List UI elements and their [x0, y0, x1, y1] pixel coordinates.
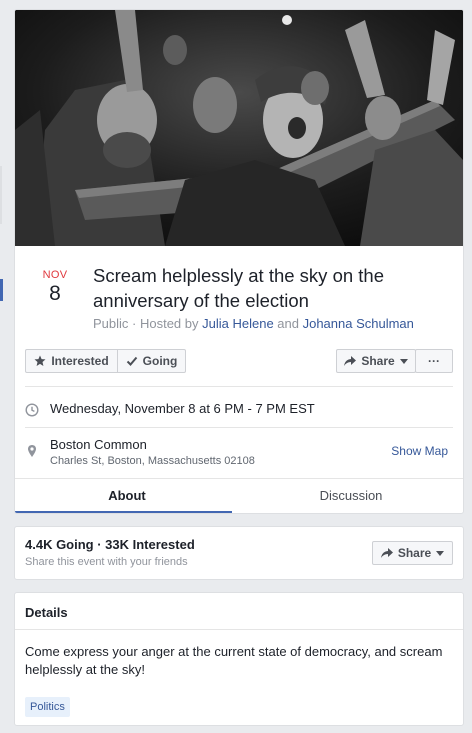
going-label: Going	[142, 354, 178, 368]
event-date-month: NOV	[42, 269, 68, 281]
tab-about[interactable]: About	[15, 479, 239, 513]
caret-down-icon	[436, 550, 445, 556]
share-arrow-icon	[344, 355, 357, 367]
caret-down-icon	[399, 358, 408, 364]
clock-icon	[25, 403, 39, 417]
show-map-link[interactable]: Show Map	[391, 444, 448, 458]
host-link-johanna[interactable]: Johanna Schulman	[303, 316, 414, 331]
details-card: Details Come express your anger at the c…	[14, 592, 464, 726]
location-address: Charles St, Boston, Massachusetts 02108	[50, 455, 255, 467]
share-label: Share	[397, 546, 432, 560]
left-panel-edge	[0, 166, 2, 224]
event-title: Scream helplessly at the sky on the anni…	[93, 265, 385, 311]
location-pin-icon	[25, 444, 39, 458]
event-description: Come express your anger at the current s…	[25, 644, 443, 677]
interested-button[interactable]: Interested	[25, 349, 118, 373]
event-card: NOV 8 Scream helplessly at the sky on th…	[14, 9, 464, 514]
attendance-card: 4.4K Going · 33K Interested Share this e…	[14, 526, 464, 580]
going-button[interactable]: Going	[117, 349, 186, 373]
location-name[interactable]: Boston Common	[50, 437, 147, 452]
star-icon	[34, 355, 46, 367]
details-heading: Details	[25, 605, 68, 620]
share-prompt: Share this event with your friends	[25, 556, 188, 568]
event-host-line: Public · Hosted by Julia Helene and Joha…	[93, 316, 414, 331]
event-date-day: 8	[49, 282, 61, 305]
tab-discussion[interactable]: Discussion	[239, 479, 463, 513]
share-label: Share	[361, 354, 395, 368]
share-event-button[interactable]: Share	[372, 541, 453, 565]
active-tab-indicator	[15, 511, 232, 513]
checkmark-icon	[126, 355, 138, 367]
event-privacy: Public	[93, 316, 129, 331]
more-dots-icon: ···	[428, 354, 440, 368]
category-tag[interactable]: Politics	[25, 697, 70, 717]
interested-label: Interested	[51, 354, 109, 368]
event-cover-photo	[15, 10, 463, 246]
details-divider	[15, 629, 463, 630]
event-time: Wednesday, November 8 at 6 PM - 7 PM EST	[50, 401, 315, 416]
divider-actions	[25, 386, 453, 387]
left-nav-accent	[0, 279, 3, 301]
divider-time	[25, 427, 453, 428]
more-options-button[interactable]: ···	[415, 349, 453, 373]
share-arrow-icon	[380, 547, 393, 559]
share-button[interactable]: Share	[336, 349, 416, 373]
hosted-by-label: · Hosted by	[128, 316, 203, 331]
event-date-badge: NOV 8	[39, 269, 71, 306]
host-joiner: and	[273, 316, 303, 331]
host-link-julia[interactable]: Julia Helene	[202, 316, 274, 331]
event-tabs: About Discussion	[15, 478, 463, 513]
attendance-summary[interactable]: 4.4K Going · 33K Interested	[25, 537, 195, 552]
